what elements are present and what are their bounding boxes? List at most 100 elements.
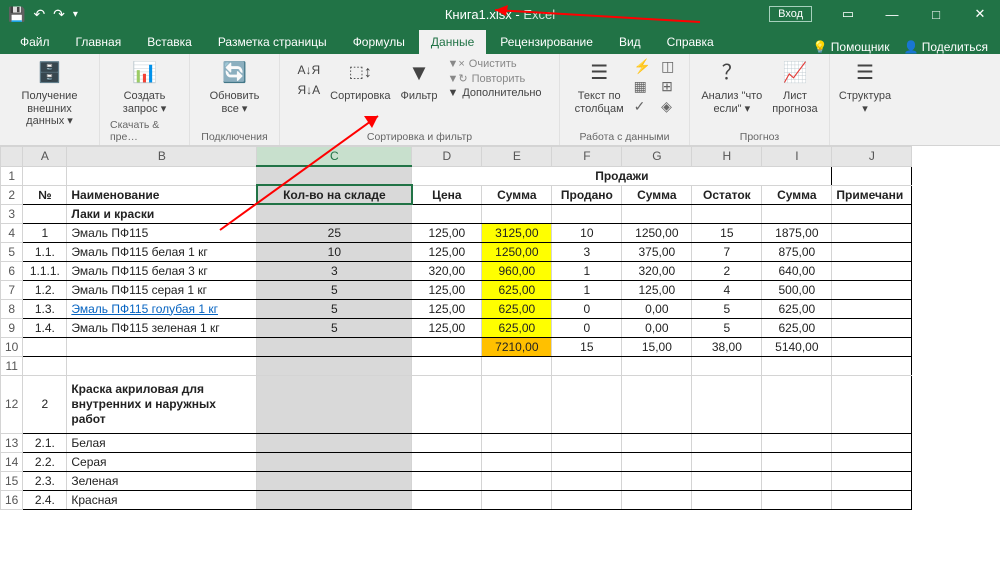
cell[interactable]: 2.3. (23, 471, 67, 490)
cell[interactable]: 25 (257, 223, 412, 242)
cell[interactable]: 1 (552, 261, 622, 280)
cell[interactable]: 5 (692, 299, 762, 318)
cell[interactable] (832, 356, 912, 375)
cell[interactable]: 0 (552, 299, 622, 318)
data-validation-icon[interactable]: ✓ (634, 98, 651, 115)
title-cell[interactable]: Продажи (412, 166, 832, 185)
cell[interactable]: 125,00 (412, 318, 482, 337)
cell[interactable]: Белая (67, 433, 257, 452)
cell[interactable]: 3 (257, 261, 412, 280)
col-header[interactable]: A (23, 147, 67, 167)
cell[interactable]: Серая (67, 452, 257, 471)
tell-me[interactable]: 💡 Помощник (812, 40, 889, 54)
cell[interactable]: 15,00 (622, 337, 692, 356)
cell[interactable]: 7210,00 (482, 337, 552, 356)
row-header[interactable]: 13 (1, 433, 23, 452)
cell[interactable] (257, 471, 412, 490)
cell[interactable] (832, 318, 912, 337)
col-header[interactable]: B (67, 147, 257, 167)
close-icon[interactable]: ✕ (960, 0, 1000, 28)
cell[interactable]: № (23, 185, 67, 204)
cell[interactable]: Кол-во на складе (257, 185, 412, 204)
cell[interactable] (23, 337, 67, 356)
cell[interactable] (412, 490, 482, 509)
cell[interactable]: 320,00 (622, 261, 692, 280)
cell[interactable] (692, 375, 762, 433)
row-header[interactable]: 7 (1, 280, 23, 299)
cell[interactable]: Цена (412, 185, 482, 204)
cell[interactable] (552, 471, 622, 490)
cell[interactable]: 1250,00 (622, 223, 692, 242)
cell[interactable]: 625,00 (762, 318, 832, 337)
cell[interactable]: Эмаль ПФ115 серая 1 кг (67, 280, 257, 299)
new-query-button[interactable]: 📊 Создать запрос ▾ (123, 58, 166, 115)
outline-button[interactable]: ☰ Структура ▾ (839, 58, 891, 115)
row-header[interactable]: 3 (1, 204, 23, 223)
share-button[interactable]: 👤 Поделиться (903, 40, 988, 54)
cell[interactable]: Зеленая (67, 471, 257, 490)
cell[interactable]: 125,00 (412, 280, 482, 299)
cell[interactable] (23, 166, 67, 185)
cell[interactable]: Эмаль ПФ115 зеленая 1 кг (67, 318, 257, 337)
cell[interactable] (67, 356, 257, 375)
cell[interactable]: 1.2. (23, 280, 67, 299)
cell[interactable]: Эмаль ПФ115 белая 3 кг (67, 261, 257, 280)
cell[interactable] (552, 375, 622, 433)
cell[interactable]: 125,00 (412, 242, 482, 261)
advanced-filter-button[interactable]: ▼ Дополнительно (447, 87, 541, 99)
cell[interactable] (622, 356, 692, 375)
row-header[interactable]: 8 (1, 299, 23, 318)
whatif-button[interactable]: ？ Анализ "что если" ▾ (701, 58, 762, 115)
cell[interactable] (257, 433, 412, 452)
cell[interactable] (622, 204, 692, 223)
cell[interactable] (762, 471, 832, 490)
cell[interactable]: 375,00 (622, 242, 692, 261)
cell[interactable]: 15 (692, 223, 762, 242)
cell[interactable]: Эмаль ПФ115 (67, 223, 257, 242)
filter-button[interactable]: ▼ Фильтр (401, 58, 438, 103)
cell[interactable]: 320,00 (412, 261, 482, 280)
cell[interactable] (23, 204, 67, 223)
cell[interactable] (762, 452, 832, 471)
cell[interactable] (692, 356, 762, 375)
cell[interactable] (622, 433, 692, 452)
cell[interactable]: 125,00 (412, 299, 482, 318)
cell[interactable] (482, 356, 552, 375)
row-header[interactable]: 12 (1, 375, 23, 433)
col-header[interactable]: D (412, 147, 482, 167)
col-header[interactable]: H (692, 147, 762, 167)
cell[interactable] (257, 452, 412, 471)
cell[interactable] (412, 204, 482, 223)
cell[interactable] (832, 204, 912, 223)
cell[interactable]: 0,00 (622, 318, 692, 337)
cell[interactable]: 2 (692, 261, 762, 280)
row-header[interactable]: 16 (1, 490, 23, 509)
cell[interactable]: 3 (552, 242, 622, 261)
row-header[interactable]: 14 (1, 452, 23, 471)
row-header[interactable]: 6 (1, 261, 23, 280)
data-model-icon[interactable]: ◈ (661, 98, 674, 115)
forecast-sheet-button[interactable]: 📈 Лист прогноза (772, 58, 817, 115)
cell[interactable]: 125,00 (622, 280, 692, 299)
cell[interactable] (692, 490, 762, 509)
cell[interactable]: 15 (552, 337, 622, 356)
cell[interactable] (257, 375, 412, 433)
get-external-data-button[interactable]: 🗄️ Получение внешних данных ▾ (10, 58, 89, 128)
cell[interactable]: 0 (552, 318, 622, 337)
row-header[interactable]: 15 (1, 471, 23, 490)
spreadsheet[interactable]: ABCDEFGHIJ1Продажи2№НаименованиеКол-во н… (0, 146, 1000, 510)
cell[interactable] (552, 356, 622, 375)
remove-dup-icon[interactable]: ▦ (634, 78, 651, 95)
minimize-icon[interactable]: — (872, 0, 912, 28)
col-header[interactable]: C (257, 147, 412, 167)
cell[interactable]: 1.1.1. (23, 261, 67, 280)
cell[interactable] (257, 356, 412, 375)
row-header[interactable]: 10 (1, 337, 23, 356)
row-header[interactable]: 5 (1, 242, 23, 261)
cell[interactable] (692, 452, 762, 471)
text-to-columns-button[interactable]: ☰ Текст по столбцам (575, 58, 624, 115)
qat-more-icon[interactable]: ▾ (73, 9, 78, 20)
redo-icon[interactable]: ↷ (53, 6, 65, 23)
cell[interactable]: Лаки и краски (67, 204, 257, 223)
cell[interactable]: 5 (257, 318, 412, 337)
